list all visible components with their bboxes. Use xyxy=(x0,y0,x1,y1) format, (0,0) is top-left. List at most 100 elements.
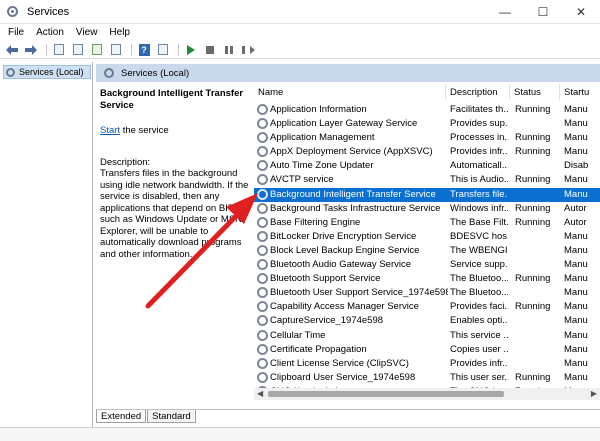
table-row[interactable]: BitLocker Drive Encryption Service BDESVC… xyxy=(254,230,600,244)
service-description-cell: This is Audio... xyxy=(450,174,508,186)
table-row[interactable]: Application Layer Gateway Service Provide… xyxy=(254,117,600,131)
pause-service-icon[interactable] xyxy=(221,43,237,57)
main-pane-header: Services (Local) xyxy=(96,64,600,82)
service-gear-icon xyxy=(257,329,268,341)
toolbar-separator xyxy=(131,43,132,56)
service-gear-icon xyxy=(257,174,268,186)
window-controls: — ☐ ✕ xyxy=(486,0,600,24)
title-bar: Services — ☐ ✕ xyxy=(0,0,600,24)
service-description-cell: This service ... xyxy=(450,329,508,341)
service-startup-type-cell: Manu xyxy=(564,273,588,285)
service-name-cell: Block Level Backup Engine Service xyxy=(270,244,420,256)
forward-arrow-icon[interactable] xyxy=(23,43,39,57)
tree-node-label: Services (Local) xyxy=(19,67,84,77)
service-gear-icon xyxy=(257,301,268,313)
services-gear-icon xyxy=(6,67,15,77)
service-gear-icon xyxy=(257,371,268,383)
service-name-cell: Application Management xyxy=(270,132,375,144)
window-title: Services xyxy=(27,5,70,18)
table-row[interactable]: CaptureService_1974e598 Enables opti... Ma… xyxy=(254,314,600,328)
table-row[interactable]: Block Level Backup Engine Service The WBE… xyxy=(254,244,600,258)
service-description-cell: Provides infr... xyxy=(450,357,508,369)
table-row[interactable]: Base Filtering Engine The Base Filt... Run… xyxy=(254,216,600,230)
service-gear-icon xyxy=(257,160,268,172)
back-arrow-icon[interactable] xyxy=(4,43,20,57)
service-description-cell: Facilitates th... xyxy=(450,104,508,115)
table-row[interactable]: Certificate Propagation Copies user ... Ma… xyxy=(254,343,600,357)
table-row[interactable]: AppX Deployment Service (AppXSVC) Provide… xyxy=(254,145,600,159)
table-row[interactable]: Bluetooth Audio Gateway Service Service s… xyxy=(254,258,600,272)
service-startup-type-cell: Manu xyxy=(564,315,588,327)
table-row[interactable]: Client License Service (ClipSVC) Provides… xyxy=(254,357,600,371)
tab-standard[interactable]: Standard xyxy=(147,410,196,423)
restart-service-icon[interactable] xyxy=(240,43,256,57)
service-name-cell: Bluetooth Support Service xyxy=(270,273,381,285)
table-row[interactable]: Bluetooth Support Service The Bluetoo... R… xyxy=(254,272,600,286)
column-header-name[interactable]: Name xyxy=(254,84,446,100)
table-row[interactable]: Application Information Facilitates th...… xyxy=(254,103,600,117)
service-startup-type-cell: Manu xyxy=(564,174,588,186)
service-description-cell: Enables opti... xyxy=(450,315,508,327)
scroll-right-icon[interactable]: ▶ xyxy=(591,389,597,398)
table-row[interactable]: AVCTP service This is Audio... Running Manu xyxy=(254,173,600,187)
menu-bar: File Action View Help xyxy=(0,24,600,41)
service-name-cell: Capability Access Manager Service xyxy=(270,301,419,313)
minimize-button[interactable]: — xyxy=(486,0,524,24)
help-icon[interactable]: ? xyxy=(136,43,152,57)
service-startup-type-cell: Manu xyxy=(564,146,588,158)
properties-icon[interactable] xyxy=(70,43,86,57)
menu-help[interactable]: Help xyxy=(105,27,134,38)
table-row[interactable]: Application Management Processes in... Run… xyxy=(254,131,600,145)
refresh-icon[interactable] xyxy=(89,43,105,57)
table-row-selected[interactable]: Background Intelligent Transfer Service T… xyxy=(254,187,600,202)
service-name-cell: Bluetooth Audio Gateway Service xyxy=(270,259,412,271)
service-description-cell: Provides faci... xyxy=(450,301,508,313)
table-row[interactable]: Bluetooth User Support Service_1974e598 T… xyxy=(254,286,600,300)
service-name-cell: Background Tasks Infrastructure Service xyxy=(270,202,441,214)
service-description-cell: BDESVC hos... xyxy=(450,230,508,242)
horizontal-scrollbar[interactable]: ◀ ▶ xyxy=(254,388,600,400)
table-row[interactable]: Background Tasks Infrastructure Service W… xyxy=(254,202,600,216)
service-gear-icon xyxy=(257,216,268,228)
table-row[interactable]: Capability Access Manager Service Provide… xyxy=(254,300,600,314)
service-gear-icon xyxy=(257,118,268,130)
console-tree: Services (Local) xyxy=(1,62,93,427)
scrollbar-thumb[interactable] xyxy=(268,391,504,397)
scroll-left-icon[interactable]: ◀ xyxy=(257,389,263,398)
service-startup-type-cell: Manu xyxy=(564,230,588,242)
service-name-cell: Clipboard User Service_1974e598 xyxy=(270,371,416,383)
service-name-cell: Auto Time Zone Updater xyxy=(270,160,374,172)
column-header-startup-type[interactable]: Startu xyxy=(560,84,600,100)
service-name-cell: BitLocker Drive Encryption Service xyxy=(270,230,417,242)
service-gear-icon xyxy=(257,287,268,299)
maximize-button[interactable]: ☐ xyxy=(524,0,562,24)
tab-extended[interactable]: Extended xyxy=(96,410,147,423)
table-row[interactable]: Auto Time Zone Updater Automaticall... Dis… xyxy=(254,159,600,173)
export-icon[interactable] xyxy=(108,43,124,57)
service-description-cell: The Base Filt... xyxy=(450,216,508,228)
show-hide-console-tree-icon[interactable] xyxy=(51,43,67,57)
menu-action[interactable]: Action xyxy=(32,27,68,38)
table-row[interactable]: Clipboard User Service_1974e598 This user… xyxy=(254,371,600,385)
service-description-cell: Windows infr... xyxy=(450,202,508,214)
close-button[interactable]: ✕ xyxy=(562,0,600,24)
menu-file[interactable]: File xyxy=(4,27,28,38)
service-startup-type-cell: Manu xyxy=(564,132,588,144)
services-list: Name Description Status Startu Applicati… xyxy=(254,84,600,404)
show-action-pane-icon[interactable] xyxy=(155,43,171,57)
start-service-icon[interactable] xyxy=(183,43,199,57)
service-name-cell: Application Layer Gateway Service xyxy=(270,118,418,130)
column-header-status[interactable]: Status xyxy=(510,84,560,100)
service-startup-type-cell: Manu xyxy=(564,244,588,256)
status-bar xyxy=(0,427,600,441)
table-row[interactable]: Cellular Time This service ... Manu xyxy=(254,329,600,343)
start-service-link[interactable]: Start xyxy=(100,125,120,136)
service-description-cell: Processes in... xyxy=(450,132,508,144)
menu-view[interactable]: View xyxy=(72,27,102,38)
service-gear-icon xyxy=(257,273,268,285)
toolbar: ? xyxy=(0,41,600,59)
column-header-description[interactable]: Description xyxy=(446,84,510,100)
stop-service-icon[interactable] xyxy=(202,43,218,57)
tree-node-services-local[interactable]: Services (Local) xyxy=(3,65,91,79)
service-gear-icon xyxy=(257,202,268,214)
